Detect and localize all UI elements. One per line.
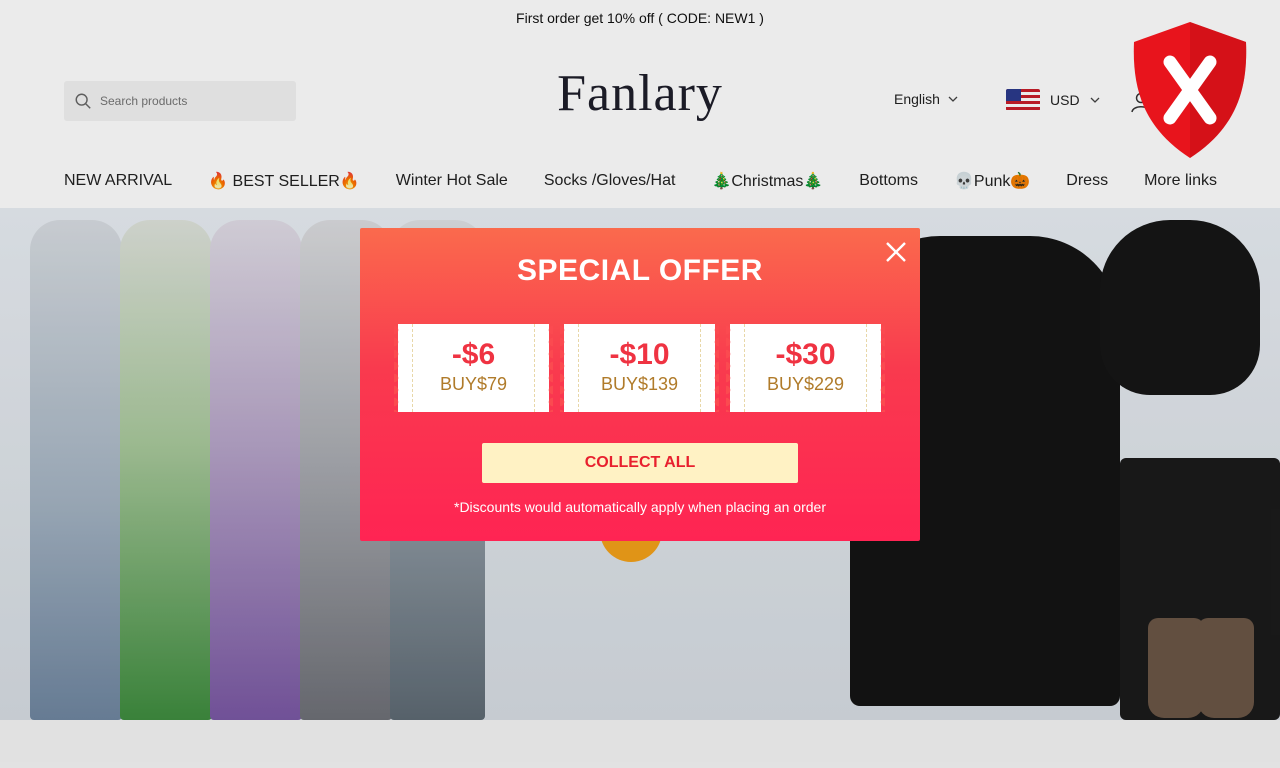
popup-title: SPECIAL OFFER bbox=[517, 254, 763, 287]
coupon-inner: -$30 BUY$229 bbox=[744, 324, 867, 412]
coupon-amount: -$30 bbox=[775, 338, 836, 371]
coupon-amount: -$6 bbox=[451, 338, 496, 371]
collect-all-button[interactable]: COLLECT ALL bbox=[482, 443, 798, 483]
special-offer-popup: SPECIAL OFFER -$6 BUY$79 -$10 BUY$139 -$… bbox=[360, 228, 920, 541]
coupon-card[interactable]: -$6 BUY$79 bbox=[394, 324, 553, 412]
coupon-card[interactable]: -$30 BUY$229 bbox=[726, 324, 885, 412]
coupon-condition: BUY$229 bbox=[766, 374, 845, 394]
coupon-condition: BUY$139 bbox=[600, 374, 679, 394]
discount-note: *Discounts would automatically apply whe… bbox=[454, 499, 826, 515]
shield-x-icon[interactable] bbox=[1126, 20, 1254, 160]
coupon-amount: -$10 bbox=[609, 338, 670, 371]
coupon-card[interactable]: -$10 BUY$139 bbox=[560, 324, 719, 412]
coupon-inner: -$10 BUY$139 bbox=[578, 324, 701, 412]
coupon-condition: BUY$79 bbox=[439, 374, 508, 394]
coupon-inner: -$6 BUY$79 bbox=[412, 324, 535, 412]
